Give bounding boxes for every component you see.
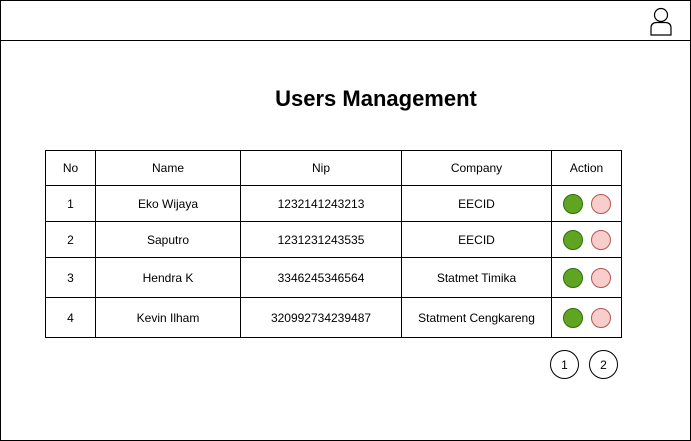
cell-nip: 3346245346564 — [240, 257, 402, 298]
cell-action — [551, 185, 622, 222]
column-header-action: Action — [551, 150, 622, 186]
delete-button[interactable] — [590, 267, 611, 288]
top-bar — [1, 1, 690, 41]
cell-no: 2 — [45, 221, 96, 258]
edit-button[interactable] — [562, 229, 583, 250]
cell-no: 1 — [45, 185, 96, 222]
table-row: 2 Saputro 1231231243535 EECID — [45, 221, 622, 258]
cell-nip: 320992734239487 — [240, 297, 402, 338]
delete-button[interactable] — [590, 229, 611, 250]
page-button-2[interactable]: 2 — [589, 350, 618, 379]
cell-nip: 1232141243213 — [240, 185, 402, 222]
cell-name: Hendra K — [95, 257, 241, 298]
cell-nip: 1231231243535 — [240, 221, 402, 258]
cell-no: 3 — [45, 257, 96, 298]
cell-name: Kevin Ilham — [95, 297, 241, 338]
cell-name: Saputro — [95, 221, 241, 258]
cell-company: EECID — [401, 221, 552, 258]
cell-company: Statmet Timika — [401, 257, 552, 298]
delete-button[interactable] — [590, 193, 611, 214]
cell-company: EECID — [401, 185, 552, 222]
table-row: 4 Kevin Ilham 320992734239487 Statment C… — [45, 297, 622, 338]
cell-action — [551, 257, 622, 298]
cell-company: Statment Cengkareng — [401, 297, 552, 338]
table-header-row: No Name Nip Company Action — [45, 150, 622, 186]
edit-button[interactable] — [562, 193, 583, 214]
edit-button[interactable] — [562, 307, 583, 328]
delete-button[interactable] — [590, 307, 611, 328]
cell-name: Eko Wijaya — [95, 185, 241, 222]
user-icon[interactable] — [649, 6, 673, 36]
users-table: No Name Nip Company Action 1 Eko Wijaya … — [45, 150, 622, 338]
cell-no: 4 — [45, 297, 96, 338]
edit-button[interactable] — [562, 267, 583, 288]
pagination: 1 2 — [550, 350, 618, 379]
cell-action — [551, 221, 622, 258]
page-button-1[interactable]: 1 — [550, 350, 579, 379]
column-header-nip: Nip — [240, 150, 402, 186]
column-header-company: Company — [401, 150, 552, 186]
table-row: 3 Hendra K 3346245346564 Statmet Timika — [45, 257, 622, 298]
column-header-name: Name — [95, 150, 241, 186]
cell-action — [551, 297, 622, 338]
table-row: 1 Eko Wijaya 1232141243213 EECID — [45, 185, 622, 222]
column-header-no: No — [45, 150, 96, 186]
page-title: Users Management — [275, 86, 477, 111]
